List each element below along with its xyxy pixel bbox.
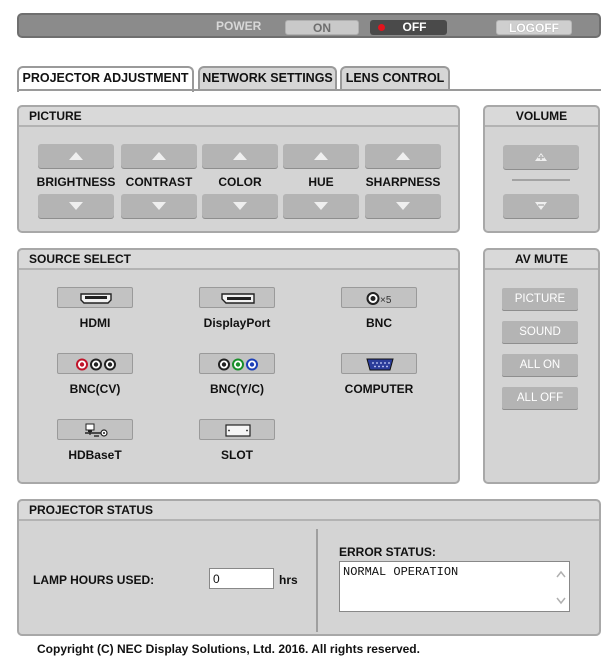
svg-text:×5: ×5 [380,295,392,306]
source-bnc-yc-button[interactable] [199,353,275,374]
triangle-up-icon [396,152,410,160]
av-mute-picture-button[interactable]: PICTURE [502,288,578,310]
volume-divider [512,179,570,181]
triangle-up-icon [69,152,83,160]
source-bnc-label: BNC [366,316,392,330]
volume-down-button[interactable] [503,194,579,218]
source-slot-button[interactable] [199,419,275,440]
triangle-up-icon [314,152,328,160]
error-status-field[interactable]: NORMAL OPERATION [339,561,570,612]
av-mute-all-on-button[interactable]: ALL ON [502,354,578,376]
triangle-up-icon [152,152,166,160]
scroll-up-icon[interactable] [556,570,566,578]
source-hdbaset-button[interactable] [57,419,133,440]
source-hdbaset-label: HDBaseT [68,448,122,462]
projector-status-title: PROJECTOR STATUS [19,501,599,521]
lamp-hours-unit: hrs [279,573,298,587]
triangle-down-icon [233,202,247,210]
source-hdmi-button[interactable] [57,287,133,308]
bnc-x5-icon: ×5 [366,292,392,306]
av-mute-sound-button[interactable]: SOUND [502,321,578,343]
volume-panel: VOLUME [483,105,600,233]
sharpness-label: SHARPNESS [365,175,441,189]
lamp-hours-field[interactable]: 0 [209,568,274,589]
color-down-button[interactable] [202,194,278,218]
power-bar: POWER ON OFF LOGOFF [17,13,601,38]
source-computer-button[interactable] [341,353,417,374]
triangle-down-icon [314,202,328,210]
scroll-down-icon[interactable] [556,597,566,605]
volume-up-icon [535,153,547,161]
copyright-text: Copyright (C) NEC Display Solutions, Ltd… [37,642,420,656]
source-displayport-button[interactable] [199,287,275,308]
source-bnc-cv-button[interactable] [57,353,133,374]
source-bnc-cv-label: BNC(CV) [69,382,121,396]
sharpness-up-button[interactable] [365,144,441,168]
tab-network-settings[interactable]: NETWORK SETTINGS [198,66,337,90]
displayport-icon [221,293,255,304]
power-on-button[interactable]: ON [285,20,359,35]
bnc-cv-icon [76,358,116,371]
status-divider [316,529,318,632]
lamp-hours-label: LAMP HOURS USED: [33,573,155,587]
contrast-up-button[interactable] [121,144,197,168]
triangle-down-icon [69,202,83,210]
triangle-down-icon [152,202,166,210]
source-select-title: SOURCE SELECT [19,250,458,270]
projector-status-panel: PROJECTOR STATUS LAMP HOURS USED: 0 hrs … [17,499,601,636]
av-mute-panel: AV MUTE PICTURE SOUND ALL ON ALL OFF [483,248,600,484]
contrast-down-button[interactable] [121,194,197,218]
source-select-panel: SOURCE SELECT HDMI DisplayPort ×5 BNC BN… [17,248,460,484]
brightness-down-button[interactable] [38,194,114,218]
slot-icon [225,424,251,437]
hdmi-port-icon [80,293,112,304]
error-status-label: ERROR STATUS: [339,545,436,559]
power-off-label: OFF [402,20,427,34]
hue-up-button[interactable] [283,144,359,168]
brightness-up-button[interactable] [38,144,114,168]
triangle-down-icon [396,202,410,210]
power-label: POWER [216,19,262,33]
sharpness-down-button[interactable] [365,194,441,218]
source-bnc-yc-label: BNC(Y/C) [210,382,264,396]
volume-up-button[interactable] [503,145,579,169]
error-status-text: NORMAL OPERATION [343,565,459,579]
logoff-button[interactable]: LOGOFF [496,20,572,35]
tab-lens-control[interactable]: LENS CONTROL [340,66,450,90]
source-slot-label: SLOT [221,448,253,462]
av-mute-all-off-button[interactable]: ALL OFF [502,387,578,409]
picture-title: PICTURE [19,107,458,127]
hdbaset-icon [85,423,108,437]
tab-divider [17,89,601,91]
picture-panel: PICTURE BRIGHTNESS CONTRAST COLOR HUE SH… [17,105,460,233]
power-off-button[interactable]: OFF [370,20,447,35]
source-displayport-label: DisplayPort [203,316,271,330]
source-bnc-button[interactable]: ×5 [341,287,417,308]
triangle-up-icon [233,152,247,160]
source-hdmi-label: HDMI [79,316,111,330]
power-indicator-icon [378,24,385,31]
hue-down-button[interactable] [283,194,359,218]
vga-port-icon [366,358,394,371]
volume-title: VOLUME [485,107,598,127]
volume-down-icon [535,202,547,210]
bnc-yc-icon [218,358,258,371]
source-computer-label: COMPUTER [344,382,414,396]
av-mute-title: AV MUTE [485,250,598,270]
color-up-button[interactable] [202,144,278,168]
